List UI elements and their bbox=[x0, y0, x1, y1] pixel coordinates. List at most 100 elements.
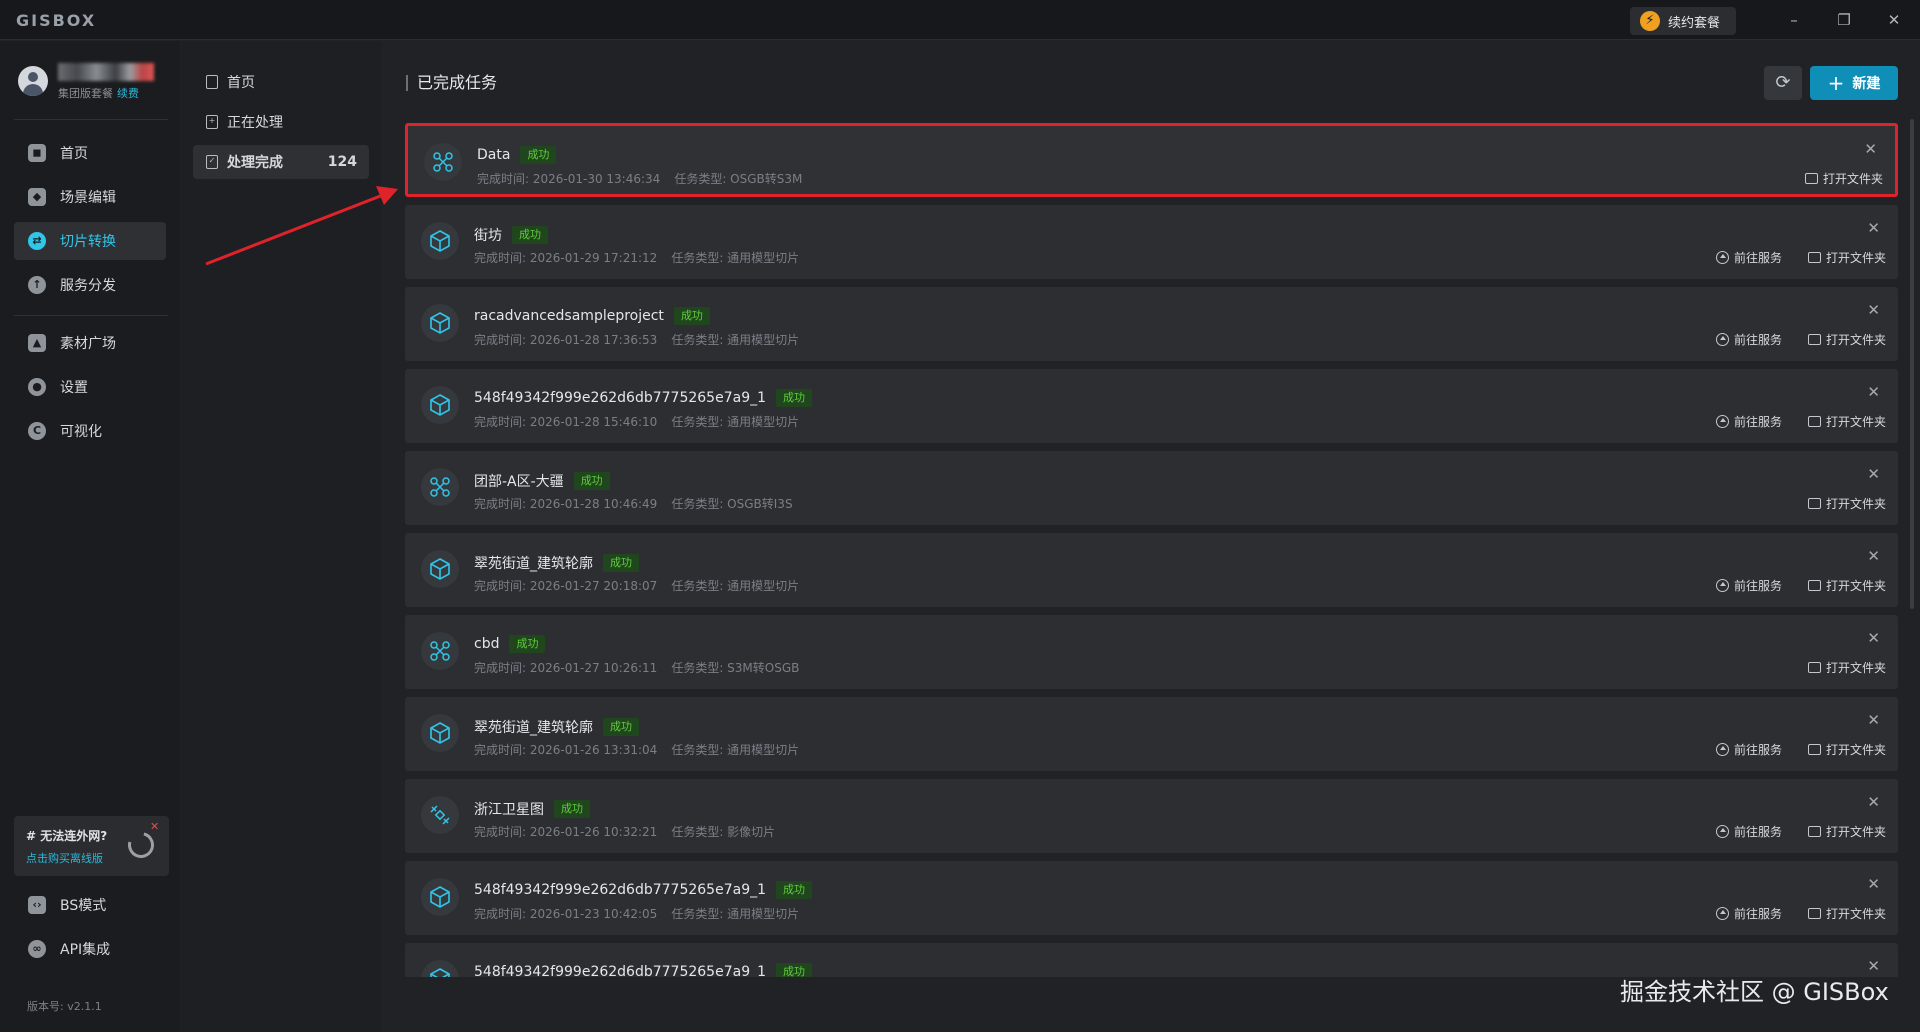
open-folder-button[interactable]: 打开文件夹 bbox=[1807, 495, 1886, 512]
task-actions: 前往服务 打开文件夹 bbox=[1715, 577, 1886, 594]
task-type: 任务类型: 通用模型切片 bbox=[671, 251, 800, 265]
scrollbar[interactable] bbox=[1910, 119, 1914, 609]
close-icon[interactable]: ✕ bbox=[1867, 711, 1880, 729]
sidebar-item-label: 可视化 bbox=[60, 424, 102, 440]
subnav-item-completed[interactable]: ✓ 处理完成 124 bbox=[193, 145, 369, 179]
minimize-button[interactable]: – bbox=[1782, 8, 1806, 32]
cloud-upload-icon bbox=[1715, 907, 1729, 920]
task-row[interactable]: cbd 成功 完成时间: 2026-01-27 10:26:11 任务类型: S3M转… bbox=[405, 615, 1898, 689]
open-folder-label: 打开文件夹 bbox=[1825, 579, 1886, 593]
renew-plan-button[interactable]: ⚡ 续约套餐 bbox=[1630, 7, 1736, 35]
go-service-button[interactable]: 前往服务 bbox=[1715, 741, 1782, 758]
go-service-button[interactable]: 前往服务 bbox=[1715, 823, 1782, 840]
offline-promo-card[interactable]: # 无法连外网? 点击购买离线版 ✕ bbox=[14, 816, 169, 876]
avatar[interactable] bbox=[18, 66, 48, 96]
task-name: 浙江卫星图 bbox=[474, 802, 544, 818]
new-task-button[interactable]: + 新建 bbox=[1810, 66, 1898, 100]
task-time: 完成时间: 2026-01-28 17:36:53 bbox=[474, 333, 658, 347]
close-icon[interactable]: ✕ bbox=[1867, 301, 1880, 319]
restore-button[interactable]: ❐ bbox=[1832, 8, 1856, 32]
go-service-button[interactable]: 前往服务 bbox=[1715, 905, 1782, 922]
renew-link[interactable]: 续费 bbox=[117, 87, 139, 100]
refresh-button[interactable]: ⟳ bbox=[1764, 66, 1802, 100]
sidebar-item-home[interactable]: ◼ 首页 bbox=[14, 134, 166, 172]
task-time: 完成时间: 2026-01-26 13:31:04 bbox=[474, 743, 658, 757]
task-type: 任务类型: S3M转OSGB bbox=[671, 661, 800, 675]
task-row[interactable]: 浙江卫星图 成功 完成时间: 2026-01-26 10:32:21 任务类型: 影像… bbox=[405, 779, 1898, 853]
close-icon[interactable]: ✕ bbox=[1867, 383, 1880, 401]
folder-icon bbox=[1807, 662, 1821, 673]
close-icon[interactable]: ✕ bbox=[1867, 793, 1880, 811]
task-type: 任务类型: OSGB转I3S bbox=[671, 497, 793, 511]
task-row[interactable]: 548f49342f999e262d6db7775265e7a9_1 成功 完成时间… bbox=[405, 369, 1898, 443]
box-icon bbox=[421, 550, 459, 588]
sidebar-item-bs-mode[interactable]: ‹› BS模式 bbox=[14, 886, 166, 924]
task-title: 548f49342f999e262d6db7775265e7a9_1 成功 bbox=[474, 389, 813, 407]
task-title: racadvancedsampleproject 成功 bbox=[474, 307, 710, 325]
task-row[interactable]: 街坊 成功 完成时间: 2026-01-29 17:21:12 任务类型: 通用模型切… bbox=[405, 205, 1898, 279]
sidebar-item-scene-edit[interactable]: ◆ 场景编辑 bbox=[14, 178, 166, 216]
task-actions: 前往服务 打开文件夹 bbox=[1715, 823, 1886, 840]
cloud-upload-icon bbox=[1715, 579, 1729, 592]
open-folder-button[interactable]: 打开文件夹 bbox=[1807, 823, 1886, 840]
sidebar-item-visualization[interactable]: C 可视化 bbox=[14, 412, 166, 450]
task-row[interactable]: 翠苑街道_建筑轮廓 成功 完成时间: 2026-01-26 13:31:04 任务类型… bbox=[405, 697, 1898, 771]
open-folder-button[interactable]: 打开文件夹 bbox=[1807, 331, 1886, 348]
task-meta: 完成时间: 2026-01-28 17:36:53 任务类型: 通用模型切片 bbox=[474, 331, 799, 348]
task-row[interactable]: 翠苑街道_建筑轮廓 成功 完成时间: 2026-01-27 20:18:07 任务类型… bbox=[405, 533, 1898, 607]
open-folder-label: 打开文件夹 bbox=[1825, 415, 1886, 429]
go-service-button[interactable]: 前往服务 bbox=[1715, 577, 1782, 594]
open-folder-button[interactable]: 打开文件夹 bbox=[1807, 413, 1886, 430]
task-time: 完成时间: 2026-01-28 10:46:49 bbox=[474, 497, 658, 511]
task-title: cbd 成功 bbox=[474, 635, 546, 653]
box-icon bbox=[421, 878, 459, 916]
task-type: 任务类型: OSGB转S3M bbox=[674, 172, 803, 186]
app-logo: GISBOX bbox=[16, 11, 97, 30]
open-folder-button[interactable]: 打开文件夹 bbox=[1807, 905, 1886, 922]
close-icon[interactable]: ✕ bbox=[1867, 219, 1880, 237]
sidebar-item-asset-plaza[interactable]: ▲ 素材广场 bbox=[14, 324, 166, 362]
go-service-button[interactable]: 前往服务 bbox=[1715, 331, 1782, 348]
sidebar-item-label: 素材广场 bbox=[60, 336, 116, 352]
task-row[interactable]: racadvancedsampleproject 成功完成时间: 2026-01-… bbox=[405, 287, 1898, 361]
new-task-label: 新建 bbox=[1852, 76, 1881, 92]
close-icon[interactable]: ✕ bbox=[1864, 140, 1877, 158]
open-folder-button[interactable]: 打开文件夹 bbox=[1807, 249, 1886, 266]
box-icon bbox=[421, 714, 459, 752]
close-icon[interactable]: ✕ bbox=[1867, 547, 1880, 565]
promo-link[interactable]: 点击购买离线版 bbox=[26, 850, 103, 866]
open-folder-button[interactable]: 打开文件夹 bbox=[1807, 741, 1886, 758]
task-name: Data bbox=[477, 147, 511, 163]
subnav-item-processing[interactable]: + 正在处理 bbox=[193, 105, 369, 139]
open-folder-button[interactable]: 打开文件夹 bbox=[1807, 577, 1886, 594]
status-badge: 成功 bbox=[776, 963, 813, 977]
subnav-item-label: 首页 bbox=[227, 75, 255, 91]
sidebar-item-service-publish[interactable]: ↑ 服务分发 bbox=[14, 266, 166, 304]
open-folder-button[interactable]: 打开文件夹 bbox=[1807, 659, 1886, 676]
close-icon[interactable]: ✕ bbox=[1867, 465, 1880, 483]
task-title: Data 成功 bbox=[477, 146, 557, 164]
close-window-button[interactable]: ✕ bbox=[1882, 8, 1906, 32]
close-icon[interactable]: ✕ bbox=[1867, 875, 1880, 893]
go-service-label: 前往服务 bbox=[1733, 251, 1782, 265]
close-promo-icon[interactable]: ✕ bbox=[150, 820, 159, 833]
sidebar-item-api[interactable]: ∞ API集成 bbox=[14, 930, 166, 968]
subnav-item-home[interactable]: 首页 bbox=[193, 65, 369, 99]
sidebar-item-settings[interactable]: ● 设置 bbox=[14, 368, 166, 406]
open-folder-button[interactable]: 打开文件夹 bbox=[1804, 170, 1883, 187]
task-row[interactable]: 团部-A区-大疆 成功 完成时间: 2026-01-28 10:46:49 任务类型:… bbox=[405, 451, 1898, 525]
go-service-label: 前往服务 bbox=[1733, 825, 1782, 839]
task-actions: 前往服务 打开文件夹 bbox=[1715, 413, 1886, 430]
sidebar-item-tile-convert[interactable]: ⇄ 切片转换 bbox=[14, 222, 166, 260]
task-row[interactable]: Data 成功 完成时间: 2026-01-30 13:46:34 任务类型: OSG… bbox=[405, 123, 1898, 197]
go-service-button[interactable]: 前往服务 bbox=[1715, 413, 1782, 430]
cloud-upload-icon bbox=[1715, 333, 1729, 346]
folder-icon bbox=[1807, 416, 1821, 427]
task-name: 团部-A区-大疆 bbox=[474, 474, 564, 490]
go-service-button[interactable]: 前往服务 bbox=[1715, 249, 1782, 266]
user-profile[interactable]: 集团版套餐 续费 bbox=[18, 63, 168, 103]
task-type: 任务类型: 通用模型切片 bbox=[671, 579, 800, 593]
close-icon[interactable]: ✕ bbox=[1867, 629, 1880, 647]
status-badge: 成功 bbox=[603, 554, 639, 572]
task-row[interactable]: 548f49342f999e262d6db7775265e7a9_1 成功 完成时间… bbox=[405, 861, 1898, 935]
